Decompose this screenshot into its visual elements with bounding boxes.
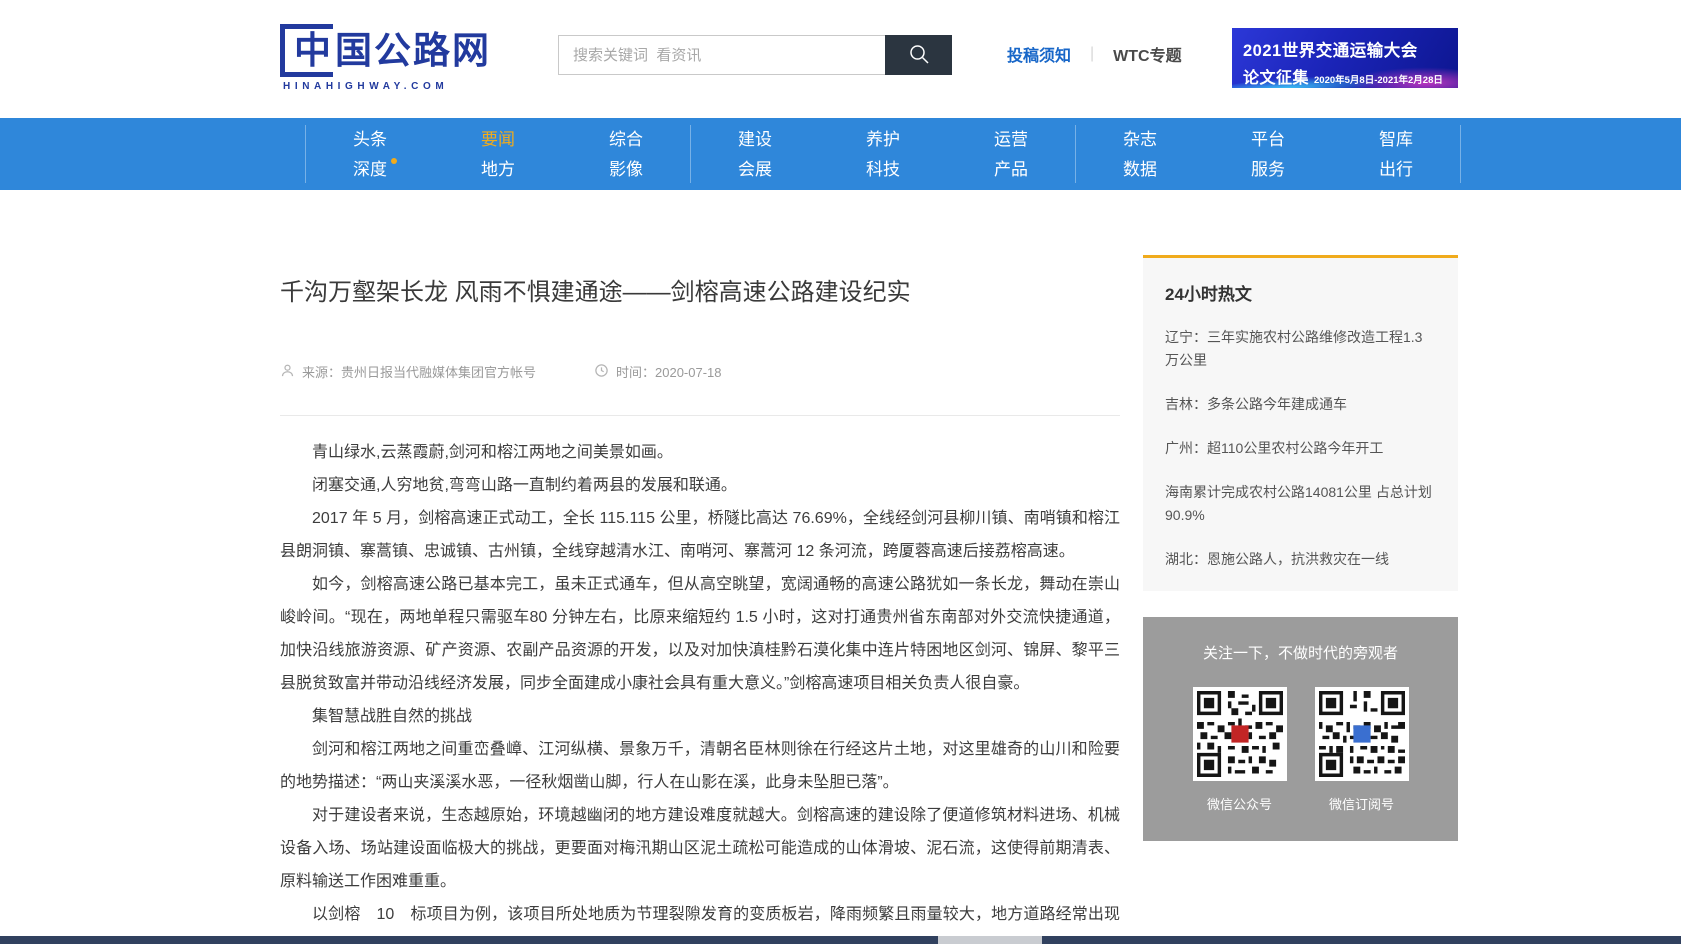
- site-header: 中 国公路网 HINAHIGHWAY.COM 投稿须知 | WTC专题 2021…: [0, 0, 1681, 118]
- bottom-bar: [0, 936, 1681, 944]
- site-logo[interactable]: 中 国公路网 HINAHIGHWAY.COM: [280, 24, 491, 92]
- hot-article-link[interactable]: 海南累计完成农村公路14081公里 占总计划90.9%: [1165, 481, 1436, 527]
- bottom-bar-thumb[interactable]: [938, 936, 1042, 944]
- nav-item-pingtai-fuwu: 平台 服务: [1204, 125, 1332, 183]
- nav-item-yanghu-keji: 养护 科技: [819, 125, 947, 183]
- banner-subtitle-main: 论文征集: [1243, 64, 1309, 88]
- nav-link-shuju[interactable]: 数据: [1123, 161, 1157, 178]
- hot-article-link[interactable]: 广州：超110公里农村公路今年开工: [1165, 437, 1436, 460]
- nav-link-zhiku[interactable]: 智库: [1379, 131, 1413, 148]
- logo-bracket-char: 中: [294, 30, 333, 71]
- meta-time: 时间：2020-07-18: [594, 362, 722, 381]
- article-paragraph: 闭塞交通,人穷地贫,弯弯山路一直制约着两县的发展和联通。: [280, 469, 1120, 502]
- hot-article-link[interactable]: 吉林：多条公路今年建成通车: [1165, 393, 1436, 416]
- article-title: 千沟万壑架长龙 风雨不惧建通途——剑榕高速公路建设纪实: [280, 278, 1120, 308]
- hot-article-link[interactable]: 湖北：恩施公路人，抗洪救灾在一线: [1165, 548, 1436, 571]
- person-icon: [280, 363, 302, 381]
- nav-link-huizhan[interactable]: 会展: [738, 161, 772, 178]
- hot-articles-box: 24小时热文 辽宁：三年实施农村公路维修改造工程1.3万公里 吉林：多条公路今年…: [1143, 255, 1458, 591]
- nav-link-fuwu[interactable]: 服务: [1251, 161, 1285, 178]
- hot-article-link[interactable]: 辽宁：三年实施农村公路维修改造工程1.3万公里: [1165, 326, 1436, 372]
- nav-group-2: 建设 会展 养护 科技 运营 产品: [690, 125, 1075, 183]
- nav-link-yanghu[interactable]: 养护: [866, 131, 900, 148]
- article-divider: [280, 415, 1120, 416]
- nav-link-zazhi[interactable]: 杂志: [1123, 131, 1157, 148]
- article-paragraph: 青山绿水,云蒸霞蔚,剑河和榕江两地之间美景如画。: [280, 436, 1120, 469]
- logo-rest: 国公路网: [335, 32, 491, 69]
- site-logo-domain: HINAHIGHWAY.COM: [283, 81, 491, 92]
- article-paragraph: 对于建设者来说，生态越原始，环境越幽闭的地方建设难度就越大。剑榕高速的建设除了便…: [280, 799, 1120, 898]
- qr-label-subscribe: 微信订阅号: [1329, 794, 1394, 813]
- article-body: 青山绿水,云蒸霞蔚,剑河和榕江两地之间美景如画。 闭塞交通,人穷地贫,弯弯山路一…: [280, 436, 1120, 944]
- search-input[interactable]: [558, 35, 885, 75]
- meta-time-text: 时间：2020-07-18: [616, 362, 722, 381]
- nav-link-toutiao[interactable]: 头条: [353, 131, 387, 148]
- banner-dates: 2020年5月8日-2021年2月28日: [1314, 72, 1443, 86]
- nav-link-pingtai[interactable]: 平台: [1251, 131, 1285, 148]
- header-links: 投稿须知 | WTC专题: [1007, 42, 1182, 66]
- sidebar: 24小时热文 辽宁：三年实施农村公路维修改造工程1.3万公里 吉林：多条公路今年…: [1143, 255, 1458, 841]
- wechat-public-qr-code: [1193, 687, 1287, 781]
- nav-item-jianshe-huizhan: 建设 会展: [691, 125, 819, 183]
- wechat-subscribe-qr-code: [1315, 687, 1409, 781]
- nav-link-zonghe[interactable]: 综合: [609, 131, 643, 148]
- article-paragraph: 如今，剑榕高速公路已基本完工，虽未正式通车，但从高空眺望，宽阔通畅的高速公路犹如…: [280, 568, 1120, 700]
- follow-title: 关注一下，不做时代的旁观者: [1143, 642, 1458, 663]
- nav-group-1: 头条 深度 要闻 地方 综合 影像: [305, 125, 690, 183]
- follow-box: 关注一下，不做时代的旁观者: [1143, 617, 1458, 841]
- nav-item-zonghe-yingxiang: 综合 影像: [562, 125, 690, 183]
- nav-item-yunying-chanpin: 运营 产品: [947, 125, 1075, 183]
- nav-columns: 头条 深度 要闻 地方 综合 影像 建设 会展 养护 科技 运营: [305, 125, 1461, 183]
- nav-link-difang[interactable]: 地方: [481, 161, 515, 178]
- article-paragraph: 2017 年 5 月，剑榕高速正式动工，全长 115.115 公里，桥隧比高达 …: [280, 502, 1120, 568]
- nav-item-zhiku-chuxing: 智库 出行: [1332, 125, 1460, 183]
- nav-link-chanpin[interactable]: 产品: [994, 161, 1028, 178]
- nav-link-yunying[interactable]: 运营: [994, 131, 1028, 148]
- qr-row: 微信公众号: [1143, 687, 1458, 813]
- logo-bracket-icon: 中: [280, 24, 333, 77]
- search-bar: [558, 35, 952, 75]
- article-paragraph: 集智慧战胜自然的挑战: [280, 700, 1120, 733]
- ad-banner-wtc2021[interactable]: 2021世界交通运输大会 论文征集 2020年5月8日-2021年2月28日: [1232, 28, 1458, 88]
- nav-link-yingxiang[interactable]: 影像: [609, 161, 643, 178]
- nav-link-yaowen-active[interactable]: 要闻: [481, 131, 515, 148]
- nav-item-toutiao-shendu: 头条 深度: [306, 125, 434, 183]
- meta-source: 来源：贵州日报当代融媒体集团官方帐号: [280, 362, 536, 381]
- search-button[interactable]: [885, 35, 952, 75]
- submit-notice-link[interactable]: 投稿须知: [1007, 42, 1071, 66]
- banner-subtitle: 论文征集 2020年5月8日-2021年2月28日: [1243, 64, 1458, 88]
- meta-source-text: 来源：贵州日报当代融媒体集团官方帐号: [302, 362, 536, 381]
- nav-item-zazhi-shuju: 杂志 数据: [1076, 125, 1204, 183]
- article: 千沟万壑架长龙 风雨不惧建通途——剑榕高速公路建设纪实 来源：贵州日报当代融媒体…: [280, 278, 1120, 944]
- nav-item-yaowen-difang: 要闻 地方: [434, 125, 562, 183]
- main-nav-bar: 头条 深度 要闻 地方 综合 影像 建设 会展 养护 科技 运营: [0, 118, 1681, 190]
- main-content: 千沟万壑架长龙 风雨不惧建通途——剑榕高速公路建设纪实 来源：贵州日报当代融媒体…: [0, 190, 1681, 944]
- nav-link-chuxing[interactable]: 出行: [1379, 161, 1413, 178]
- qr-label-public: 微信公众号: [1207, 794, 1272, 813]
- new-dot-icon: [391, 158, 397, 164]
- search-icon: [907, 42, 931, 69]
- link-divider: |: [1090, 45, 1094, 63]
- banner-title: 2021世界交通运输大会: [1243, 37, 1458, 61]
- clock-icon: [594, 363, 616, 381]
- nav-group-3: 杂志 数据 平台 服务 智库 出行: [1075, 125, 1461, 183]
- qr-cell-subscribe: 微信订阅号: [1315, 687, 1409, 813]
- article-paragraph: 剑河和榕江两地之间重峦叠嶂、江河纵横、景象万千，清朝名臣林则徐在行经这片土地，对…: [280, 733, 1120, 799]
- qr-cell-public: 微信公众号: [1193, 687, 1287, 813]
- hot-articles-title: 24小时热文: [1165, 280, 1436, 305]
- nav-link-shendu[interactable]: 深度: [353, 161, 387, 178]
- nav-link-keji[interactable]: 科技: [866, 161, 900, 178]
- article-meta: 来源：贵州日报当代融媒体集团官方帐号 时间：2020-07-18: [280, 362, 1120, 381]
- site-logo-text: 中 国公路网: [280, 24, 491, 77]
- wtc-topic-link[interactable]: WTC专题: [1113, 42, 1181, 66]
- nav-link-jianshe[interactable]: 建设: [738, 131, 772, 148]
